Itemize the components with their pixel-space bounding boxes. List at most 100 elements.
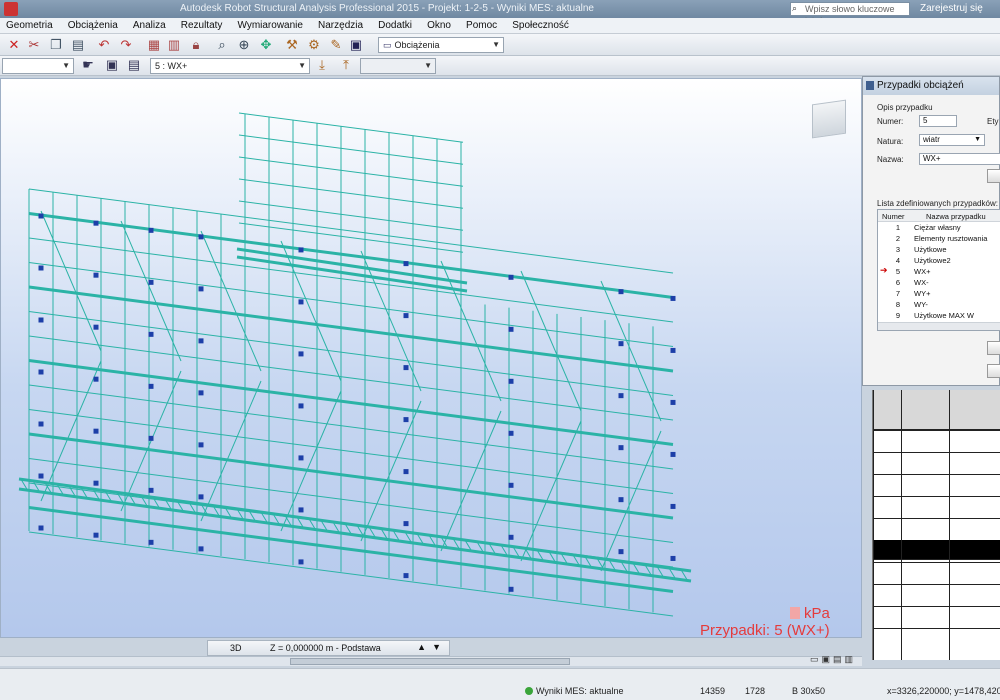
cases-icon[interactable]: ▤ — [126, 57, 142, 73]
support-node[interactable] — [198, 234, 204, 240]
view-layout-select[interactable]: ▭ Obciążenia ▼ — [378, 37, 504, 53]
support-node[interactable] — [298, 247, 304, 253]
support-node[interactable] — [670, 451, 676, 457]
support-node[interactable] — [93, 272, 99, 278]
support-node[interactable] — [298, 559, 304, 565]
delete-button[interactable] — [987, 341, 1000, 355]
support-node[interactable] — [38, 317, 44, 323]
scaffold-brace[interactable] — [600, 430, 662, 572]
support-node[interactable] — [148, 279, 154, 285]
support-node[interactable] — [618, 549, 624, 555]
load-def-icon[interactable]: ⤒ — [338, 57, 354, 73]
support-node[interactable] — [198, 338, 204, 344]
nature-select[interactable]: wiatr ▼ — [919, 134, 985, 146]
case-row[interactable]: ➔ 5 WX+ — [878, 265, 1000, 277]
support-node[interactable] — [38, 525, 44, 531]
close-button[interactable] — [987, 364, 1000, 378]
scrollbar-thumb[interactable] — [290, 658, 570, 665]
zoom-window-icon[interactable]: ⊕ — [236, 37, 252, 53]
menu-dodatki[interactable]: Dodatki — [372, 18, 418, 31]
scaffold-ledger[interactable] — [28, 506, 674, 593]
support-node[interactable] — [403, 573, 409, 579]
scaffold-brace[interactable] — [120, 220, 182, 362]
support-node[interactable] — [298, 507, 304, 513]
viewport-icons[interactable]: ▭▣▤▥ — [810, 654, 856, 665]
support-node[interactable] — [298, 299, 304, 305]
scaffold-brace[interactable] — [520, 270, 582, 412]
menu-analiza[interactable]: Analiza — [127, 18, 172, 31]
scaffold-ledger[interactable] — [238, 134, 464, 165]
scaffold-ledger[interactable] — [238, 156, 464, 187]
table-row[interactable] — [873, 474, 1000, 475]
work-plane[interactable]: Z = 0,000000 m - Podstawa — [270, 643, 381, 653]
support-node[interactable] — [93, 532, 99, 538]
support-node[interactable] — [508, 274, 514, 280]
lock-icon[interactable]: 🔒︎ — [188, 37, 204, 53]
support-node[interactable] — [148, 435, 154, 441]
scaffold-ledger[interactable] — [238, 178, 464, 209]
register-link[interactable]: Zarejestruj się — [920, 3, 983, 14]
support-node[interactable] — [148, 331, 154, 337]
scaffold-ledger[interactable] — [238, 200, 464, 231]
dialog-title[interactable]: Przypadki obciążeń — [863, 77, 999, 95]
case-list[interactable]: Numer Nazwa przypadku 1 Ciężar własny 2 Ele… — [877, 209, 1000, 331]
support-node[interactable] — [148, 539, 154, 545]
view-mode[interactable]: 3D — [230, 643, 242, 653]
component-select[interactable]: ▼ — [360, 58, 436, 74]
menu-wymiarowanie[interactable]: Wymiarowanie — [231, 18, 308, 31]
selection-icon[interactable]: ☛ — [80, 57, 96, 73]
app-icon[interactable] — [4, 2, 18, 16]
support-node[interactable] — [298, 351, 304, 357]
menu-okno[interactable]: Okno — [421, 18, 457, 31]
support-node[interactable] — [198, 442, 204, 448]
view-icon[interactable]: ▣ — [104, 57, 120, 73]
scaffolding-model[interactable] — [1, 79, 863, 639]
support-node[interactable] — [618, 341, 624, 347]
support-node[interactable] — [148, 227, 154, 233]
support-node[interactable] — [508, 586, 514, 592]
scaffold-ledger[interactable] — [28, 409, 674, 494]
support-node[interactable] — [618, 445, 624, 451]
viewport-scrollbar[interactable] — [0, 656, 862, 666]
support-node[interactable] — [38, 421, 44, 427]
support-node[interactable] — [38, 265, 44, 271]
load-icon[interactable]: ⤓ — [314, 57, 330, 73]
number-field[interactable]: 5 — [919, 115, 957, 127]
level-arrows-icon[interactable]: ▲▼ — [417, 642, 447, 652]
add-button[interactable] — [987, 169, 1000, 183]
search-icon[interactable]: ⌕ — [792, 3, 797, 14]
support-node[interactable] — [93, 428, 99, 434]
load-case-select[interactable]: 5 : WX+ ▼ — [150, 58, 310, 74]
scaffold-brace[interactable] — [40, 210, 102, 352]
case-row[interactable]: 4 Użytkowe2 — [878, 255, 1000, 266]
support-node[interactable] — [403, 365, 409, 371]
support-node[interactable] — [93, 324, 99, 330]
scaffold-brace[interactable] — [200, 380, 262, 522]
name-field[interactable]: WX+ — [919, 153, 1000, 165]
support-node[interactable] — [198, 494, 204, 500]
paste-icon[interactable]: ▤ — [70, 37, 86, 53]
table-row[interactable] — [873, 628, 1000, 629]
scaffold-brace[interactable] — [360, 400, 422, 542]
tools-icon[interactable]: ✎ — [328, 37, 344, 53]
case-list-scrollbar[interactable] — [878, 322, 1000, 330]
truss-girder[interactable] — [18, 477, 692, 573]
support-node[interactable] — [38, 473, 44, 479]
support-node[interactable] — [508, 326, 514, 332]
scaffold-ledger[interactable] — [238, 112, 464, 143]
support-node[interactable] — [508, 482, 514, 488]
menu-rezultaty[interactable]: Rezultaty — [175, 18, 229, 31]
col-number[interactable]: Numer — [882, 212, 905, 221]
support-node[interactable] — [618, 393, 624, 399]
support-node[interactable] — [670, 555, 676, 561]
scaffold-ledger[interactable] — [28, 212, 674, 299]
support-node[interactable] — [93, 220, 99, 226]
copy-icon[interactable]: ❐ — [48, 37, 64, 53]
support-node[interactable] — [38, 213, 44, 219]
support-node[interactable] — [508, 430, 514, 436]
scaffold-brace[interactable] — [440, 410, 502, 552]
scaffold-ledger[interactable] — [28, 384, 674, 470]
support-node[interactable] — [198, 546, 204, 552]
menu-geometria[interactable]: Geometria — [0, 18, 59, 31]
support-node[interactable] — [148, 383, 154, 389]
